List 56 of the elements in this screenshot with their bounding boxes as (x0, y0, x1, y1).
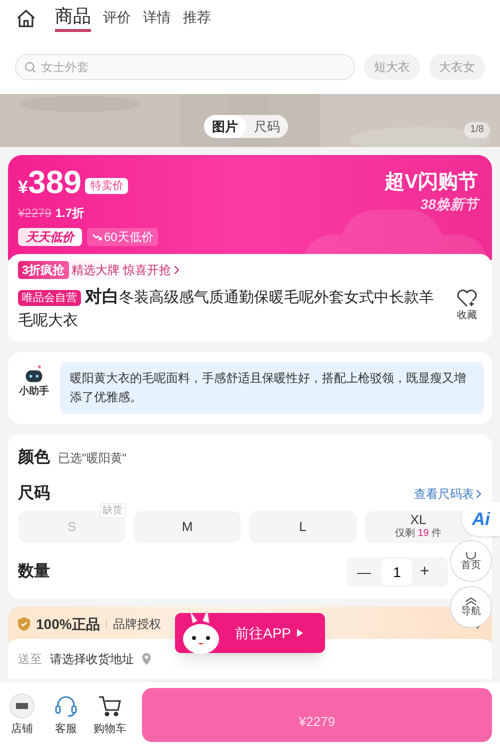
store-logo-icon (9, 692, 35, 719)
section-label: 尺码 (18, 484, 50, 504)
view-tab[interactable]: 尺码 (246, 115, 288, 138)
price-history-badge: 60天低价 (87, 228, 158, 246)
promo-tag: 3折疯抢 (18, 261, 69, 279)
home-icon[interactable] (15, 8, 37, 30)
view-tab[interactable]: 图片 (204, 115, 246, 138)
quantity-value: 1 (382, 559, 412, 585)
self-operated-badge: 唯品会自营 (18, 290, 81, 306)
event-subtitle: 38焕新节 (420, 195, 478, 213)
guarantee-title: 100%正品 (36, 614, 100, 634)
search-input[interactable]: 女士外套 (41, 58, 241, 76)
discount: 1.7折 (55, 205, 84, 222)
guarantee-text: 品牌授权 (112, 616, 161, 633)
section-label: 颜色 (18, 447, 50, 468)
bottom-nav-item[interactable]: 店铺 (6, 692, 38, 738)
search-field[interactable]: 女士外套 (15, 54, 355, 80)
event-title: 超V闪购节 (384, 170, 478, 195)
favorite-button[interactable]: 收藏 (452, 288, 482, 323)
delivery-address: 请选择收货地址 (50, 651, 134, 668)
price-tag: 特卖价 (85, 178, 128, 194)
size-chart-link[interactable]: 查看尺码表 (414, 485, 482, 503)
ai-assistant-button[interactable]: Ai (462, 502, 500, 536)
search-icon (24, 60, 37, 74)
double-chevron-up-icon (465, 596, 477, 606)
selected-color: 已选"暖阳黄" (58, 450, 127, 467)
trend-down-icon (92, 232, 102, 242)
original-price: ¥2279 (18, 205, 52, 222)
size-option[interactable]: M (134, 511, 241, 543)
robot-icon (23, 364, 45, 384)
location-pin-icon (142, 653, 151, 665)
price: ¥389 (18, 165, 82, 202)
bottom-nav-item[interactable]: 购物车 (94, 692, 126, 738)
section-label: 数量 (18, 562, 50, 582)
tab[interactable]: 推荐 (183, 7, 211, 32)
size-option[interactable]: L (249, 511, 356, 543)
assistant-name: 小助手 (19, 384, 49, 399)
cup-icon (465, 550, 477, 560)
minus-button[interactable]: — (350, 562, 378, 582)
promo-text: 精选大牌 惊喜开抢 (72, 262, 172, 279)
image-counter: 1/8 (464, 122, 490, 138)
tab[interactable]: 评价 (103, 7, 131, 32)
heart-icon (456, 288, 478, 308)
bottom-nav-item[interactable]: 客服 (50, 692, 82, 738)
size-option[interactable]: XL 仅剩 19 件 (364, 511, 472, 543)
play-icon (297, 629, 304, 637)
open-app-toast[interactable]: 前往APP (175, 613, 325, 653)
tab[interactable]: 商品 (55, 5, 91, 32)
product-title: 唯品会自营 对白冬装高级感气质通勤保暖毛呢外套女式中长款羊毛呢大衣 (18, 286, 435, 331)
delivery-label: 送至 (18, 651, 42, 668)
shield-icon (18, 617, 30, 631)
plus-button[interactable]: + (416, 560, 444, 584)
assistant-message: 暖阳黄大衣的毛呢面料，手感舒适且保暖性好，搭配上枪驳领，既显瘦又增添了优雅感。 (60, 362, 484, 414)
tab[interactable]: 详情 (143, 7, 171, 32)
stock-note: 缺货 (100, 503, 126, 518)
low-price-badge: 天天低价 (18, 228, 82, 246)
